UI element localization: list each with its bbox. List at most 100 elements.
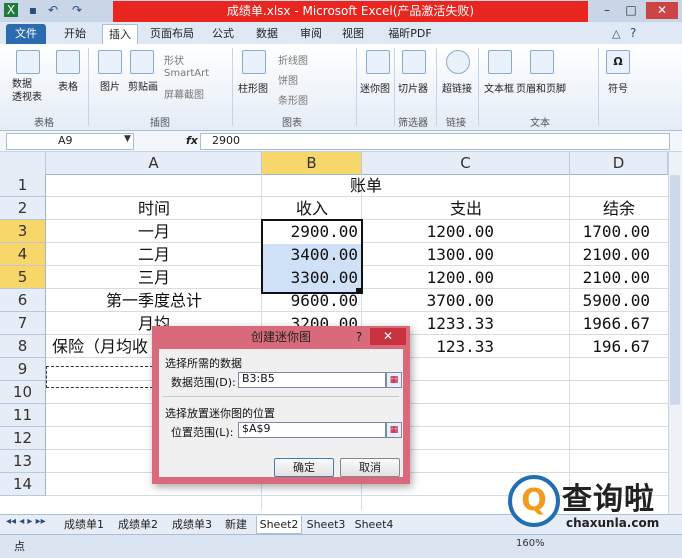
picture-label: 图片 — [100, 82, 120, 93]
row-header[interactable]: 9 — [0, 358, 46, 381]
row-header[interactable]: 14 — [0, 473, 46, 496]
sheet-nav-icon[interactable]: ◂◂ ◂ ▸ ▸▸ — [6, 516, 46, 527]
range-picker-icon[interactable]: ▦ — [386, 372, 402, 388]
column-header-b[interactable]: B — [262, 152, 362, 174]
help-icon[interactable]: ? — [352, 326, 366, 348]
sheet-tab[interactable]: 成绩单1 — [58, 516, 110, 533]
line-chart-label[interactable]: 折线图 — [278, 52, 308, 67]
column-header-d[interactable]: D — [570, 152, 668, 174]
row-header[interactable]: 10 — [0, 381, 46, 404]
redo-icon[interactable]: ↷ — [70, 3, 84, 17]
row-header[interactable]: 7 — [0, 312, 46, 335]
table-cell[interactable]: 5900.00 — [570, 289, 650, 312]
row-header[interactable]: 12 — [0, 427, 46, 450]
range-picker-icon[interactable]: ▦ — [386, 422, 402, 438]
select-all-corner[interactable] — [0, 152, 46, 174]
row-header[interactable]: 8 — [0, 335, 46, 358]
column-header-a[interactable]: A — [46, 152, 262, 174]
cell-title[interactable]: 账单 — [262, 174, 470, 197]
table-cell[interactable]: 1300.00 — [362, 243, 494, 266]
table-cell[interactable]: 2100.00 — [570, 266, 650, 289]
scrollbar-thumb[interactable] — [670, 175, 680, 405]
cell-header-expense[interactable]: 支出 — [362, 197, 570, 220]
sheet-tab[interactable]: 新建 — [220, 516, 252, 533]
cell-header-income[interactable]: 收入 — [262, 197, 362, 220]
picture-icon[interactable] — [98, 50, 122, 74]
screenshot-label[interactable]: 屏幕截图 — [164, 86, 204, 101]
table-cell[interactable]: 1200.00 — [362, 220, 494, 243]
table-cell[interactable]: 3700.00 — [362, 289, 494, 312]
row-header[interactable]: 3 — [0, 220, 46, 243]
row-header[interactable]: 5 — [0, 266, 46, 289]
close-icon[interactable]: ✕ — [370, 328, 406, 345]
table-cell[interactable]: 3300.00 — [262, 266, 358, 289]
tab-formulas[interactable]: 公式 — [206, 24, 240, 44]
fx-icon[interactable]: fx — [186, 133, 198, 148]
textbox-icon[interactable] — [488, 50, 512, 74]
undo-icon[interactable]: ↶ — [46, 3, 60, 17]
ok-button[interactable]: 确定 — [274, 458, 334, 477]
sheet-tab[interactable]: Sheet3 — [304, 516, 348, 533]
table-cell[interactable]: 二月 — [46, 243, 262, 266]
table-cell[interactable]: 一月 — [46, 220, 262, 243]
header-footer-icon[interactable] — [530, 50, 554, 74]
sheet-tab-active[interactable]: Sheet2 — [256, 516, 302, 534]
save-icon[interactable]: ▪ — [26, 3, 40, 17]
row-header[interactable]: 13 — [0, 450, 46, 473]
cancel-button[interactable]: 取消 — [340, 458, 400, 477]
maximize-icon[interactable]: □ — [620, 2, 642, 19]
symbol-label: 符号 — [608, 84, 628, 95]
tab-review[interactable]: 审阅 — [294, 24, 328, 44]
table-cell[interactable]: 1966.67 — [570, 312, 650, 335]
collapse-ribbon-icon[interactable]: △ — [612, 27, 620, 40]
row-header[interactable]: 2 — [0, 197, 46, 220]
table-cell[interactable]: 2900.00 — [262, 220, 358, 243]
tab-page-layout[interactable]: 页面布局 — [146, 24, 198, 44]
table-cell[interactable]: 196.67 — [570, 335, 650, 358]
row-header[interactable]: 4 — [0, 243, 46, 266]
pivot-table-label: 数据 透视表 — [12, 79, 42, 103]
row-header[interactable]: 1 — [0, 174, 46, 197]
tab-foxit-pdf[interactable]: 福昕PDF — [380, 24, 440, 44]
tab-file[interactable]: 文件 — [6, 24, 46, 44]
close-icon[interactable]: ✕ — [646, 2, 678, 19]
column-chart-icon[interactable] — [242, 50, 266, 74]
pie-chart-label[interactable]: 饼图 — [278, 72, 298, 87]
row-header[interactable]: 11 — [0, 404, 46, 427]
smartart-label[interactable]: SmartArt — [164, 68, 209, 79]
help-icon[interactable]: ? — [630, 26, 636, 40]
table-cell[interactable]: 9600.00 — [262, 289, 358, 312]
table-cell[interactable]: 1200.00 — [362, 266, 494, 289]
sheet-tab[interactable]: 成绩单2 — [112, 516, 164, 533]
sheet-tab[interactable]: Sheet4 — [352, 516, 396, 533]
zoom-level[interactable]: 160% — [516, 538, 545, 549]
table-cell[interactable]: 3400.00 — [262, 243, 358, 266]
hyperlink-icon[interactable] — [446, 50, 470, 74]
symbol-icon[interactable]: Ω — [606, 50, 630, 74]
sparkline-icon[interactable] — [366, 50, 390, 74]
tab-data[interactable]: 数据 — [250, 24, 284, 44]
chevron-down-icon[interactable]: ▼ — [124, 134, 131, 144]
table-icon[interactable] — [56, 50, 80, 74]
cell-header-balance[interactable]: 结余 — [570, 197, 668, 220]
tab-home[interactable]: 开始 — [58, 24, 92, 44]
row-header[interactable]: 6 — [0, 289, 46, 312]
bar-chart-label[interactable]: 条形图 — [278, 92, 308, 107]
pivot-table-icon[interactable] — [16, 50, 40, 74]
table-cell[interactable]: 1700.00 — [570, 220, 650, 243]
cell-header-time[interactable]: 时间 — [46, 197, 262, 220]
tab-insert[interactable]: 插入 — [102, 24, 138, 45]
tab-view[interactable]: 视图 — [336, 24, 370, 44]
excel-logo-icon[interactable]: X — [4, 3, 18, 17]
data-range-label: 数据范围(D): — [171, 376, 236, 389]
minimize-icon[interactable]: – — [596, 2, 618, 19]
sheet-tab[interactable]: 成绩单3 — [166, 516, 218, 533]
table-cell[interactable]: 2100.00 — [570, 243, 650, 266]
column-header-c[interactable]: C — [362, 152, 570, 174]
table-cell[interactable]: 第一季度总计 — [46, 289, 262, 312]
slicer-icon[interactable] — [402, 50, 426, 74]
clipart-icon[interactable] — [130, 50, 154, 74]
formula-input[interactable] — [200, 133, 670, 150]
shapes-label[interactable]: 形状 — [164, 52, 184, 67]
table-cell[interactable]: 三月 — [46, 266, 262, 289]
